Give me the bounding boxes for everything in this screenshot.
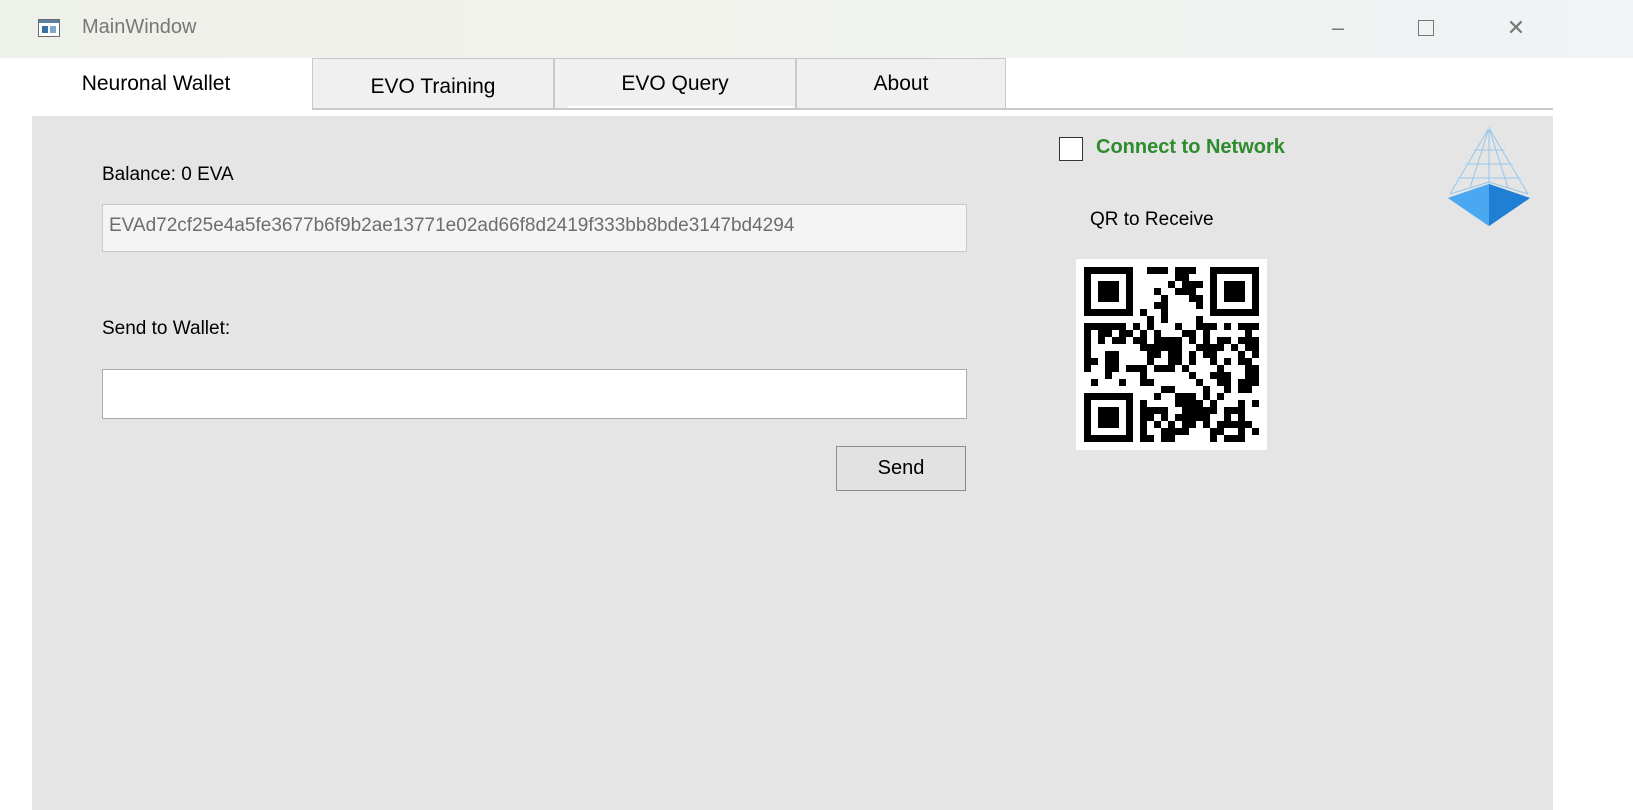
close-button[interactable]: ✕ <box>1496 10 1536 46</box>
qr-code-graphic <box>1084 267 1259 442</box>
connect-network-checkbox[interactable] <box>1059 137 1083 161</box>
tab-about[interactable]: About <box>796 58 1006 108</box>
qr-receive-label: QR to Receive <box>1090 209 1214 230</box>
wallet-address-field[interactable]: EVAd72cf25e4a5fe3677b6f9b2ae13771e02ad66… <box>102 204 967 252</box>
send-to-wallet-input[interactable] <box>102 369 967 419</box>
send-button[interactable]: Send <box>836 446 966 491</box>
pyramid-logo-icon <box>1444 126 1534 230</box>
window-title: MainWindow <box>82 16 197 38</box>
connect-network-label[interactable]: Connect to Network <box>1096 136 1285 159</box>
tab-neuronal-wallet[interactable]: Neuronal Wallet <box>0 58 312 110</box>
tab-evo-query[interactable]: EVO Query <box>554 58 796 108</box>
minimize-icon: – <box>1331 15 1345 40</box>
qr-code-image <box>1076 259 1267 450</box>
title-bar: MainWindow – ✕ <box>0 0 1633 58</box>
maximize-button[interactable] <box>1406 10 1446 46</box>
app-window-icon <box>38 19 60 37</box>
maximize-icon <box>1418 20 1434 36</box>
tab-hover-highlight <box>568 106 794 108</box>
send-to-wallet-label: Send to Wallet: <box>102 318 231 339</box>
tab-evo-training[interactable]: EVO Training <box>312 58 554 108</box>
close-icon: ✕ <box>1506 15 1526 40</box>
minimize-button[interactable]: – <box>1318 10 1358 46</box>
balance-label: Balance: 0 EVA <box>102 164 234 185</box>
